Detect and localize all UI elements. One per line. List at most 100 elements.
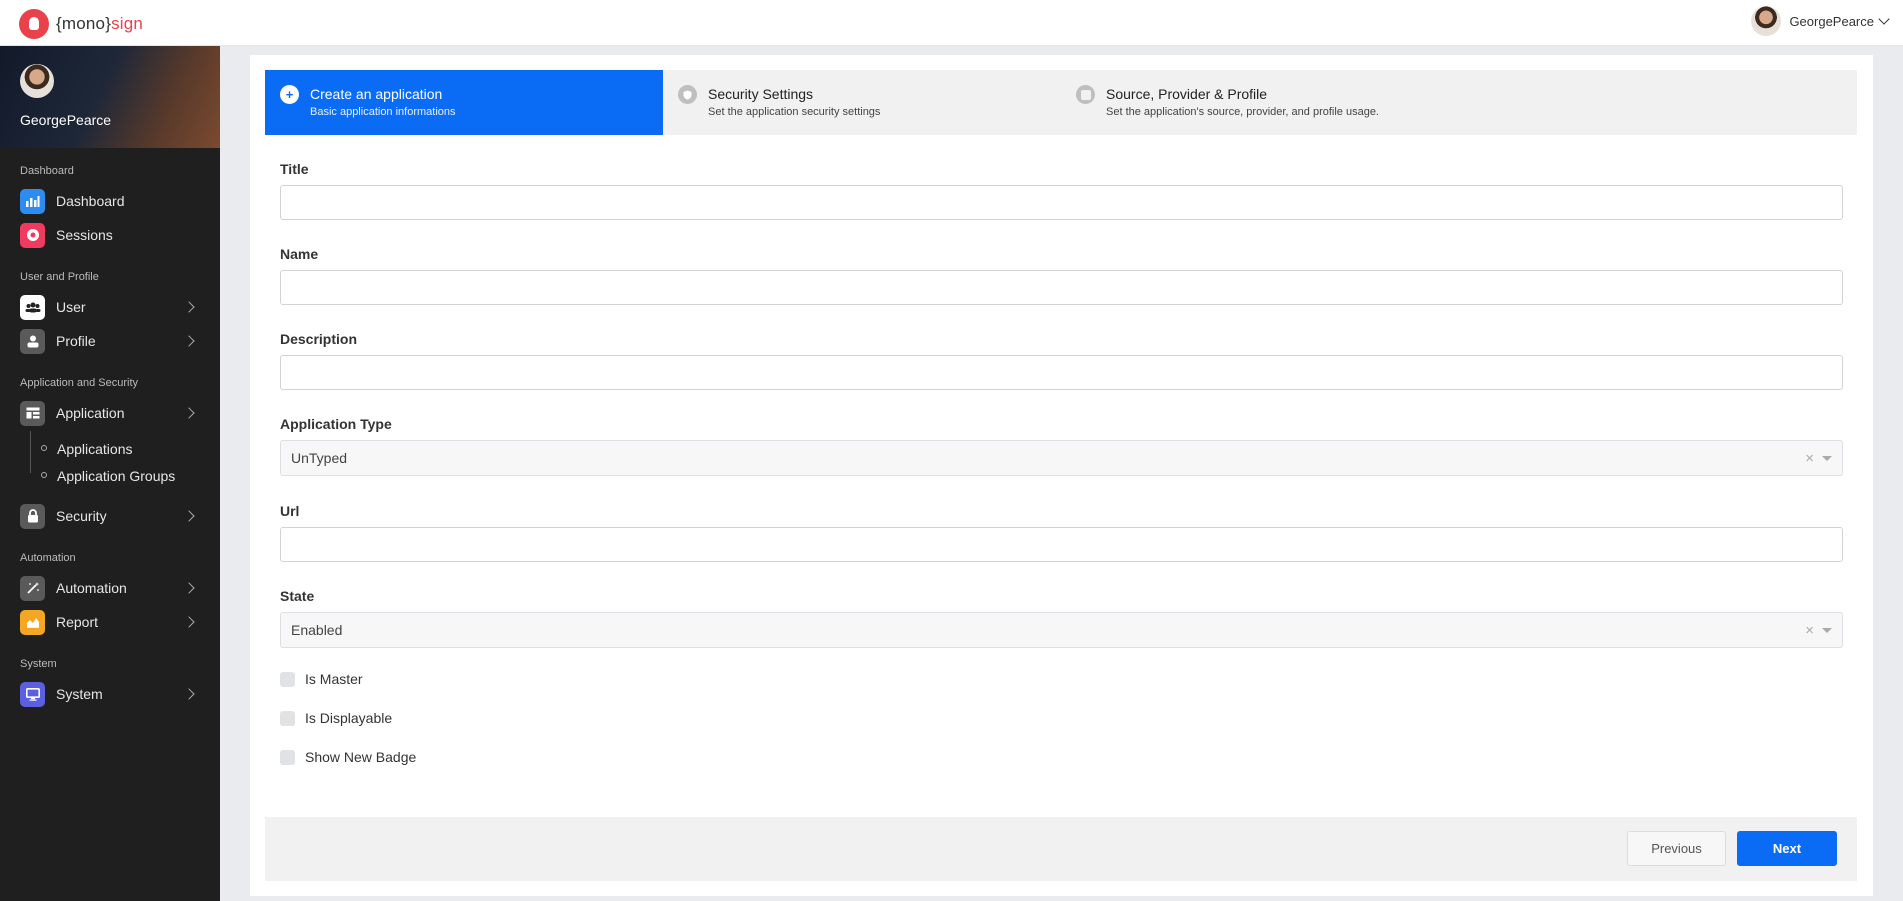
sidebar-item-automation[interactable]: Automation xyxy=(0,571,220,605)
sidebar-item-label: Report xyxy=(56,614,99,630)
sidebar-subitem-application-groups[interactable]: Application Groups xyxy=(0,462,220,489)
chevron-right-icon xyxy=(183,582,195,594)
sidebar-subitem-applications[interactable]: Applications xyxy=(0,435,220,462)
sidebar-item-application[interactable]: Application xyxy=(0,396,220,430)
step-title: Source, Provider & Profile xyxy=(1106,86,1268,102)
chevron-right-icon xyxy=(183,407,195,419)
step-subtitle: Set the application's source, provider, … xyxy=(1106,106,1379,118)
shield-icon xyxy=(678,85,697,104)
dropdown-arrow-icon xyxy=(1822,628,1832,633)
checkbox-label: Is Displayable xyxy=(305,710,393,726)
chevron-right-icon xyxy=(183,688,195,700)
step-title: Security Settings xyxy=(708,86,814,102)
chevron-right-icon xyxy=(183,335,195,347)
description-label: Description xyxy=(280,331,358,347)
sidebar-item-label: User xyxy=(56,299,86,315)
app-window-icon xyxy=(20,400,45,426)
checkbox-label: Show New Badge xyxy=(305,749,417,765)
name-label: Name xyxy=(280,246,319,262)
clear-icon[interactable]: × xyxy=(1805,450,1814,467)
user-name: GeorgePearce xyxy=(1789,13,1874,29)
lock-icon xyxy=(20,503,45,529)
sidebar-item-label: Sessions xyxy=(56,227,113,243)
logo-text: {mono}sign xyxy=(56,14,144,33)
section-label-automation: Automation xyxy=(20,552,76,564)
wizard-step-create-application[interactable]: + Create an application Basic applicatio… xyxy=(265,70,663,135)
sidebar-item-label: Security xyxy=(56,508,107,524)
sidebar-item-label: Profile xyxy=(56,333,96,349)
magic-wand-icon xyxy=(20,575,45,601)
application-type-label: Application Type xyxy=(280,416,392,432)
state-select[interactable]: Enabled × xyxy=(280,612,1843,648)
bullet-icon xyxy=(41,472,47,478)
sidebar-item-dashboard[interactable]: Dashboard xyxy=(0,184,220,218)
sidebar-item-label: Application xyxy=(56,405,125,421)
monitor-icon xyxy=(20,681,45,707)
plus-icon: + xyxy=(280,85,299,104)
wizard-steps: + Create an application Basic applicatio… xyxy=(265,70,1857,135)
users-icon xyxy=(20,294,45,320)
sidebar-item-user[interactable]: User xyxy=(0,290,220,324)
clear-icon[interactable]: × xyxy=(1805,622,1814,639)
checkbox-label: Is Master xyxy=(305,671,363,687)
top-bar: {mono}sign GeorgePearce xyxy=(0,0,1903,46)
sidebar-item-label: Applications xyxy=(57,440,133,457)
step-subtitle: Set the application security settings xyxy=(708,106,881,118)
description-input[interactable] xyxy=(280,355,1843,390)
chart-icon xyxy=(20,188,45,214)
play-circle-icon xyxy=(20,222,45,248)
sidebar-item-report[interactable]: Report xyxy=(0,605,220,639)
show-new-badge-checkbox-row[interactable]: Show New Badge xyxy=(280,749,416,765)
person-icon xyxy=(20,328,45,354)
sidebar-user-name: GeorgePearce xyxy=(20,112,112,128)
sidebar: GeorgePearce Dashboard Dashboard Session… xyxy=(0,46,220,901)
sidebar-item-label: Application Groups xyxy=(57,467,176,484)
step-subtitle: Basic application informations xyxy=(310,106,456,118)
sidebar-item-profile[interactable]: Profile xyxy=(0,324,220,358)
url-input[interactable] xyxy=(280,527,1843,562)
is-master-checkbox[interactable] xyxy=(280,671,295,687)
chevron-down-icon xyxy=(1878,12,1890,25)
sidebar-item-system[interactable]: System xyxy=(0,677,220,711)
sidebar-item-label: Automation xyxy=(56,580,127,596)
avatar[interactable] xyxy=(20,64,54,98)
sidebar-profile-header: GeorgePearce xyxy=(0,46,220,148)
section-label-system: System xyxy=(20,658,57,670)
square-icon xyxy=(1076,85,1095,104)
chevron-right-icon xyxy=(183,616,195,628)
wizard-step-source-provider-profile[interactable]: Source, Provider & Profile Set the appli… xyxy=(1061,70,1459,135)
is-master-checkbox-row[interactable]: Is Master xyxy=(280,671,363,687)
user-menu[interactable]: GeorgePearce xyxy=(1751,6,1890,36)
sidebar-item-security[interactable]: Security xyxy=(0,499,220,533)
sidebar-item-sessions[interactable]: Sessions xyxy=(0,218,220,252)
section-label-user-profile: User and Profile xyxy=(20,271,99,283)
chevron-right-icon xyxy=(183,301,195,313)
sidebar-item-label: System xyxy=(56,686,103,702)
bullet-icon xyxy=(41,445,47,451)
logo[interactable]: {mono}sign xyxy=(19,9,143,39)
title-label: Title xyxy=(280,161,309,177)
avatar xyxy=(1751,6,1782,36)
wizard-step-security-settings[interactable]: Security Settings Set the application se… xyxy=(663,70,1061,135)
chevron-right-icon xyxy=(183,510,195,522)
step-title: Create an application xyxy=(310,86,443,102)
wizard-footer: Previous Next xyxy=(265,817,1857,881)
dropdown-arrow-icon xyxy=(1822,456,1832,461)
url-label: Url xyxy=(280,503,300,519)
area-chart-icon xyxy=(20,609,45,635)
title-input[interactable] xyxy=(280,185,1843,220)
is-displayable-checkbox[interactable] xyxy=(280,710,295,726)
section-label-dashboard: Dashboard xyxy=(20,165,74,177)
state-label: State xyxy=(280,588,315,604)
previous-button[interactable]: Previous xyxy=(1627,831,1726,866)
next-button[interactable]: Next xyxy=(1737,831,1837,866)
application-type-select[interactable]: UnTyped × xyxy=(280,440,1843,476)
sidebar-item-label: Dashboard xyxy=(56,193,125,209)
section-label-application-security: Application and Security xyxy=(20,377,139,389)
name-input[interactable] xyxy=(280,270,1843,305)
select-value: UnTyped xyxy=(291,450,348,466)
main-card: + Create an application Basic applicatio… xyxy=(250,55,1873,896)
show-new-badge-checkbox[interactable] xyxy=(280,749,295,765)
is-displayable-checkbox-row[interactable]: Is Displayable xyxy=(280,710,392,726)
bulb-logo-icon xyxy=(19,9,49,39)
